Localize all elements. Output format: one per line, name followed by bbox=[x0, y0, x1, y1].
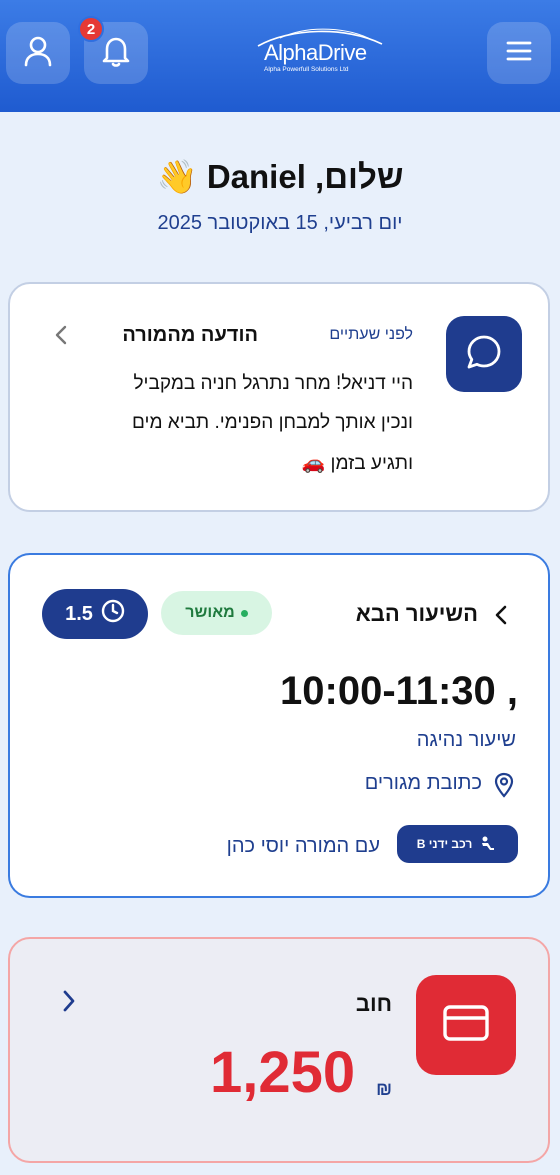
notification-badge: 2 bbox=[78, 16, 104, 42]
lesson-location: כתובת מגורים bbox=[364, 772, 482, 794]
chevron-left-icon[interactable] bbox=[494, 604, 508, 631]
message-body-line: היי דניאל! מחר נתרגל חניה במקביל bbox=[133, 373, 413, 394]
greeting-title: שלום, Daniel 👋 bbox=[156, 158, 404, 195]
map-pin-icon bbox=[494, 772, 514, 803]
notifications-button[interactable]: 2 bbox=[78, 16, 148, 84]
message-time: לפני שעתיים bbox=[329, 326, 413, 343]
app-header: 2 AlphaDrive Alpha Powerfull Solutions L… bbox=[0, 0, 560, 112]
status-label: מאושר bbox=[185, 604, 235, 621]
credit-card-icon bbox=[442, 1003, 490, 1048]
message-title: הודעה מהמורה bbox=[122, 324, 258, 346]
chevron-left-icon[interactable] bbox=[54, 324, 68, 351]
bell-icon bbox=[101, 35, 131, 72]
vehicle-tag: רכב ידני B bbox=[397, 825, 518, 863]
currency-symbol: ₪ bbox=[376, 1079, 392, 1099]
debt-card[interactable]: חוב ₪ 1,250 bbox=[8, 937, 550, 1163]
logo-text: AlphaDrive bbox=[264, 40, 367, 65]
debt-title: חוב bbox=[355, 991, 392, 1016]
menu-button[interactable] bbox=[487, 22, 551, 84]
next-lesson-card[interactable]: השיעור הבא מאושר 1.5 10:00-11:30 , שיעור… bbox=[8, 553, 550, 898]
current-date: יום רביעי, 15 באוקטובר 2025 bbox=[157, 212, 403, 234]
message-icon-box bbox=[446, 316, 522, 392]
duration-badge: 1.5 bbox=[42, 589, 148, 639]
lesson-type: שיעור נהיגה bbox=[416, 729, 516, 751]
teacher-message-card[interactable]: לפני שעתיים הודעה מהמורה היי דניאל! מחר … bbox=[8, 282, 550, 512]
profile-button[interactable] bbox=[6, 22, 70, 84]
user-icon bbox=[23, 35, 53, 72]
status-badge: מאושר bbox=[161, 591, 272, 635]
status-dot-icon bbox=[240, 609, 248, 617]
clock-icon bbox=[101, 599, 125, 629]
message-body-line: ונכין אותך למבחן הפנימי. תביא מים bbox=[132, 412, 413, 433]
lesson-time: 10:00-11:30 , bbox=[280, 669, 518, 713]
debt-amount: 1,250 bbox=[210, 1040, 356, 1105]
app-logo: AlphaDrive Alpha Powerfull Solutions Ltd bbox=[250, 24, 390, 84]
payment-icon-box bbox=[416, 975, 516, 1075]
chevron-right-icon[interactable] bbox=[62, 989, 76, 1018]
hamburger-menu-icon bbox=[505, 40, 533, 67]
logo-subtitle: Alpha Powerfull Solutions Ltd bbox=[264, 66, 349, 73]
next-lesson-title: השיעור הבא bbox=[355, 601, 478, 626]
message-body-line: ותגיע בזמן 🚗 bbox=[301, 453, 413, 474]
steering-car-icon bbox=[480, 836, 498, 853]
duration-value: 1.5 bbox=[65, 602, 93, 625]
chat-bubble-icon bbox=[465, 333, 503, 376]
lesson-teacher: עם המורה יוסי כהן bbox=[226, 835, 380, 857]
vehicle-label: רכב ידני B bbox=[416, 837, 473, 851]
